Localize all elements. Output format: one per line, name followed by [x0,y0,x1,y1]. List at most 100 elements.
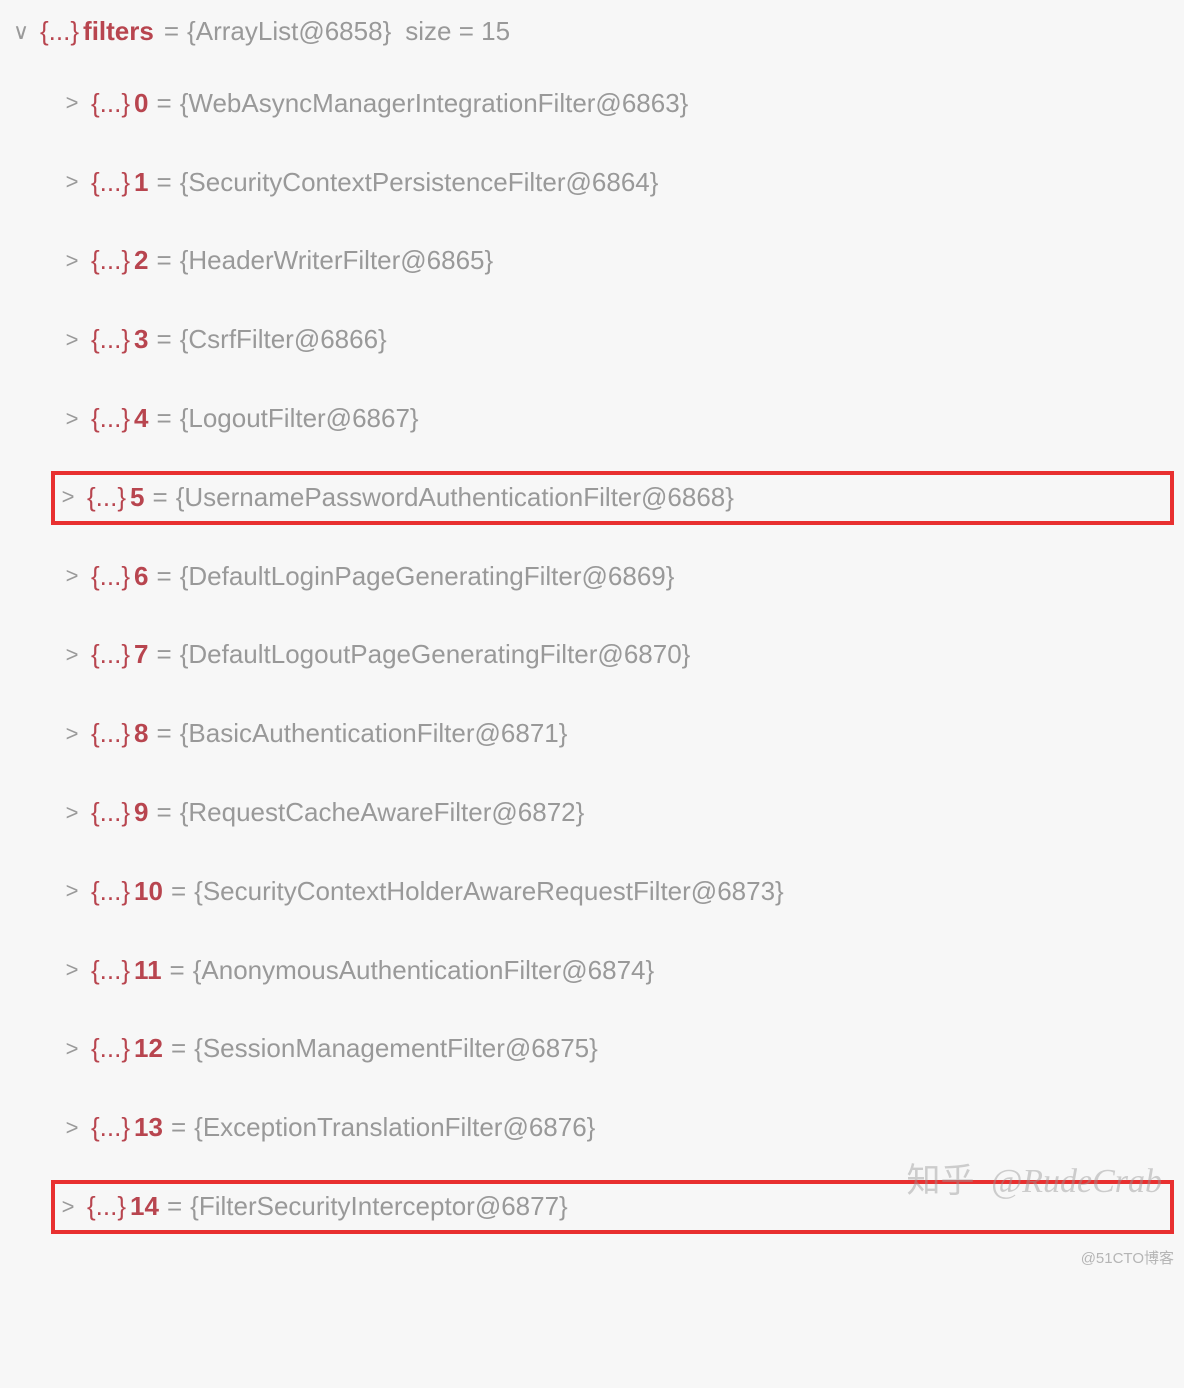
item-value: {LogoutFilter@6867} [180,402,419,436]
item-value: {FilterSecurityInterceptor@6877} [190,1190,568,1224]
chevron-right-icon[interactable]: > [61,247,83,276]
object-braces-icon: {...} [40,15,79,49]
chevron-right-icon[interactable]: > [57,1193,79,1222]
tree-row[interactable]: > {...}2 = {HeaderWriterFilter@6865} [55,234,1174,288]
item-index: 5 [130,481,144,515]
item-index: 8 [134,717,148,751]
item-index: 13 [134,1111,163,1145]
object-braces-icon: {...} [91,638,130,672]
item-value: {WebAsyncManagerIntegrationFilter@6863} [180,87,689,121]
equals-sign: = [157,717,172,751]
object-braces-icon: {...} [91,402,130,436]
item-index: 2 [134,244,148,278]
corner-watermark: @51CTO博客 [1081,1247,1174,1268]
object-braces-icon: {...} [91,166,130,200]
chevron-down-icon[interactable]: ∨ [10,18,32,47]
chevron-right-icon[interactable]: > [61,641,83,670]
item-value: {BasicAuthenticationFilter@6871} [180,717,568,751]
item-value: {SessionManagementFilter@6875} [194,1032,598,1066]
tree-row[interactable]: > {...}10 = {SecurityContextHolderAwareRe… [55,865,1174,919]
equals-sign: = [167,1190,182,1224]
tree-children: >{...}0 = {WebAsyncManagerIntegrationFil… [10,77,1174,1234]
chevron-right-icon[interactable]: > [61,168,83,197]
object-braces-icon: {...} [91,875,130,909]
item-value: {UsernamePasswordAuthenticationFilter@68… [176,481,734,515]
tree-row[interactable]: > {...}5 = {UsernamePasswordAuthenticatio… [51,471,1174,525]
chevron-right-icon[interactable]: > [61,1035,83,1064]
tree-root-row[interactable]: ∨ {...} filters = {ArrayList@6858} size … [10,15,1174,49]
item-index: 12 [134,1032,163,1066]
object-braces-icon: {...} [91,244,130,278]
tree-row[interactable]: > {...}14 = {FilterSecurityInterceptor@68… [51,1180,1174,1234]
item-value: {CsrfFilter@6866} [180,323,387,357]
chevron-right-icon[interactable]: > [61,877,83,906]
variable-name: filters [83,15,154,49]
item-index: 0 [134,87,148,121]
equals-sign: = [171,1032,186,1066]
item-value: {DefaultLoginPageGeneratingFilter@6869} [180,560,675,594]
item-index: 7 [134,638,148,672]
item-index: 3 [134,323,148,357]
tree-row[interactable]: > {...}1 = {SecurityContextPersistenceFil… [55,156,1174,210]
chevron-right-icon[interactable]: > [61,1114,83,1143]
item-value: {ExceptionTranslationFilter@6876} [194,1111,595,1145]
equals-sign: = [157,323,172,357]
object-braces-icon: {...} [91,87,130,121]
item-value: {AnonymousAuthenticationFilter@6874} [193,954,654,988]
chevron-right-icon[interactable]: > [61,89,83,118]
chevron-right-icon[interactable]: > [61,562,83,591]
object-braces-icon: {...} [91,1111,130,1145]
tree-row[interactable]: > {...}13 = {ExceptionTranslationFilter@6… [55,1101,1174,1155]
tree-row[interactable]: > {...}0 = {WebAsyncManagerIntegrationFil… [55,77,1174,131]
object-braces-icon: {...} [91,954,130,988]
equals-sign: = [157,166,172,200]
item-value: {HeaderWriterFilter@6865} [180,244,494,278]
tree-row[interactable]: > {...}4 = {LogoutFilter@6867} [55,392,1174,446]
chevron-right-icon[interactable]: > [61,799,83,828]
chevron-right-icon[interactable]: > [57,483,79,512]
chevron-right-icon[interactable]: > [61,956,83,985]
tree-row[interactable]: > {...}11 = {AnonymousAuthenticationFilte… [55,944,1174,998]
equals-sign: = [157,638,172,672]
tree-row[interactable]: > {...}7 = {DefaultLogoutPageGeneratingFi… [55,628,1174,682]
equals-sign: = [164,15,179,49]
equals-sign: = [157,402,172,436]
object-braces-icon: {...} [91,560,130,594]
size-label: size = 15 [405,15,510,49]
equals-sign: = [157,796,172,830]
item-value: {RequestCacheAwareFilter@6872} [180,796,585,830]
equals-sign: = [170,954,185,988]
equals-sign: = [171,1111,186,1145]
item-index: 14 [130,1190,159,1224]
equals-sign: = [157,560,172,594]
tree-row[interactable]: > {...}8 = {BasicAuthenticationFilter@687… [55,707,1174,761]
item-index: 4 [134,402,148,436]
object-braces-icon: {...} [91,323,130,357]
item-index: 9 [134,796,148,830]
chevron-right-icon[interactable]: > [61,405,83,434]
object-braces-icon: {...} [91,1032,130,1066]
item-index: 11 [134,954,162,988]
debug-variable-tree: ∨ {...} filters = {ArrayList@6858} size … [10,15,1174,1234]
tree-row[interactable]: > {...}6 = {DefaultLoginPageGeneratingFil… [55,550,1174,604]
chevron-right-icon[interactable]: > [61,720,83,749]
item-index: 10 [134,875,163,909]
object-braces-icon: {...} [91,717,130,751]
object-braces-icon: {...} [87,1190,126,1224]
item-value: {SecurityContextPersistenceFilter@6864} [180,166,659,200]
item-value: {SecurityContextHolderAwareRequestFilter… [194,875,784,909]
tree-row[interactable]: > {...}9 = {RequestCacheAwareFilter@6872} [55,786,1174,840]
equals-sign: = [153,481,168,515]
item-value: {DefaultLogoutPageGeneratingFilter@6870} [180,638,691,672]
tree-row[interactable]: > {...}12 = {SessionManagementFilter@6875… [55,1022,1174,1076]
root-value: {ArrayList@6858} [187,15,391,49]
object-braces-icon: {...} [87,481,126,515]
equals-sign: = [157,244,172,278]
chevron-right-icon[interactable]: > [61,326,83,355]
item-index: 6 [134,560,148,594]
equals-sign: = [157,87,172,121]
tree-row[interactable]: > {...}3 = {CsrfFilter@6866} [55,313,1174,367]
equals-sign: = [171,875,186,909]
object-braces-icon: {...} [91,796,130,830]
item-index: 1 [134,166,148,200]
